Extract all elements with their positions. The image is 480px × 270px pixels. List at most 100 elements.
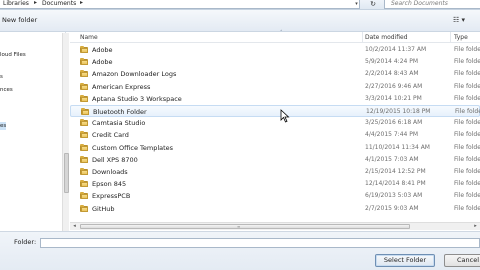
file-date-modified: 2/7/2015 9:03 AM xyxy=(365,204,419,212)
folder-icon xyxy=(80,119,88,127)
file-name: Dell XPS 8700 xyxy=(92,155,138,164)
file-date-modified: 3/3/2014 10:21 PM xyxy=(365,94,422,102)
file-name: Adobe xyxy=(92,46,113,54)
column-divider[interactable] xyxy=(450,32,451,43)
file-name: Camtasia Studio xyxy=(92,119,146,128)
file-type: File folde xyxy=(454,131,480,139)
column-header-date-modified[interactable]: Date modified xyxy=(365,33,408,42)
address-bar: Libraries ▸ Documents ▸ ▾ ↻ Search Docum… xyxy=(0,0,480,10)
file-type: File folde xyxy=(454,70,480,78)
column-header-type[interactable]: Type xyxy=(454,33,468,42)
file-type: File folde xyxy=(454,155,480,163)
file-row[interactable]: Adobe 5/9/2014 4:24 PM File folde xyxy=(70,56,480,68)
folder-icon xyxy=(81,108,89,115)
file-date-modified: 2/15/2014 12:52 PM xyxy=(365,168,426,175)
select-folder-button[interactable]: Select Folder xyxy=(375,254,435,267)
breadcrumb-documents[interactable]: Documents xyxy=(42,0,76,7)
file-date-modified: 12/19/2015 10:18 PM xyxy=(366,108,431,115)
scroll-left-icon[interactable]: ◂ xyxy=(70,223,79,230)
folder-icon xyxy=(80,168,88,175)
toolbar: New folder ☷ ▾ xyxy=(0,10,480,32)
scroll-grip-icon: ≡ xyxy=(237,224,241,229)
file-date-modified: 10/2/2014 11:37 AM xyxy=(365,46,427,53)
file-date-modified: 2/2/2014 8:43 AM xyxy=(365,70,419,78)
file-name: Credit Card xyxy=(92,131,129,140)
file-row[interactable]: American Express 2/27/2016 9:46 AM File fo… xyxy=(70,81,480,93)
horizontal-scrollbar[interactable]: ◂ ≡ ▸ xyxy=(70,222,480,230)
dialog-footer: Folder: Select Folder Cancel xyxy=(0,231,480,270)
file-type: File folde xyxy=(454,180,480,188)
nav-item-nces[interactable]: nces xyxy=(0,86,13,94)
file-name: American Express xyxy=(92,82,151,91)
mouse-cursor-icon xyxy=(280,109,290,123)
column-header-name[interactable]: Name xyxy=(80,33,98,42)
folder-input[interactable] xyxy=(40,238,480,248)
file-row[interactable]: Downloads 2/15/2014 12:52 PM File folde xyxy=(70,166,480,178)
column-divider[interactable] xyxy=(362,32,363,43)
breadcrumb-separator[interactable]: ▸ xyxy=(34,0,37,6)
file-row[interactable]: Adobe 10/2/2014 11:37 AM File folde xyxy=(70,44,480,56)
file-type: File folde xyxy=(455,108,480,115)
file-type: File folde xyxy=(454,204,480,212)
nav-scroll-thumb[interactable] xyxy=(64,153,69,193)
folder-label: Folder: xyxy=(14,238,37,246)
file-row[interactable]: GitHub 2/7/2015 9:03 AM File folde xyxy=(70,203,480,215)
file-name: Epson 845 xyxy=(92,180,127,189)
folder-icon xyxy=(80,155,88,163)
search-input[interactable]: Search Documents xyxy=(384,0,480,9)
new-folder-button[interactable]: New folder xyxy=(2,16,37,25)
folder-icon xyxy=(80,58,88,66)
nav-scrollbar[interactable] xyxy=(62,33,69,232)
folder-icon xyxy=(80,131,88,139)
file-row[interactable]: Amazon Downloader Logs 2/2/2014 8:43 AM Fi… xyxy=(70,68,480,80)
file-row[interactable]: Credit Card 4/4/2015 7:44 PM File folde xyxy=(70,129,480,141)
file-type: File folde xyxy=(454,143,480,151)
file-name: Adobe xyxy=(92,58,113,67)
file-name: ExpressPCB xyxy=(92,192,131,201)
scroll-right-icon[interactable]: ▸ xyxy=(471,223,480,230)
file-row[interactable]: Dell XPS 8700 4/1/2015 7:03 AM File folde xyxy=(70,154,480,166)
nav-item-cloud-files[interactable]: loud Files xyxy=(0,51,26,59)
nav-item-s[interactable]: s xyxy=(0,73,3,81)
column-header-row: ˄ Name Date modified Type xyxy=(70,30,480,43)
breadcrumb-libraries[interactable]: Libraries xyxy=(3,0,29,7)
file-row[interactable]: Custom Office Templates 11/10/2014 11:34 … xyxy=(70,142,480,154)
file-date-modified: 4/4/2015 7:44 PM xyxy=(365,131,419,139)
sort-ascending-icon: ˄ xyxy=(280,30,283,36)
file-type: File folde xyxy=(454,192,480,200)
change-view-button[interactable]: ☷ ▾ xyxy=(449,15,469,26)
cancel-button[interactable]: Cancel xyxy=(444,254,480,267)
file-type: File folde xyxy=(454,168,480,175)
file-name: GitHub xyxy=(92,204,115,213)
file-row[interactable]: Camtasia Studio 3/25/2016 6:18 AM File fol… xyxy=(70,117,480,129)
refresh-button[interactable]: ↻ xyxy=(364,0,382,9)
file-row[interactable]: ExpressPCB 6/19/2013 5:03 AM File folde xyxy=(70,190,480,202)
file-date-modified: 11/10/2014 11:34 AM xyxy=(365,143,430,151)
folder-icon xyxy=(80,94,88,102)
file-type: File folde xyxy=(454,58,480,66)
nav-item-es-selected[interactable]: es xyxy=(0,122,6,130)
search-placeholder: Search Documents xyxy=(391,0,448,7)
file-date-modified: 6/19/2013 5:03 AM xyxy=(365,192,423,200)
file-name: Aptana Studio 3 Workspace xyxy=(92,94,182,103)
breadcrumb-separator[interactable]: ▸ xyxy=(80,0,83,6)
file-name: Bluetooth Folder xyxy=(93,108,147,116)
file-name: Custom Office Templates xyxy=(92,143,174,152)
address-field[interactable]: Libraries ▸ Documents ▸ ▾ xyxy=(0,0,360,9)
folder-icon xyxy=(80,82,88,90)
file-row[interactable]: Bluetooth Folder 12/19/2015 10:18 PM File … xyxy=(70,105,480,117)
folder-icon xyxy=(80,70,88,78)
folder-icon xyxy=(80,143,88,151)
file-name: Downloads xyxy=(92,168,128,176)
file-type: File folde xyxy=(454,119,480,127)
file-row[interactable]: Aptana Studio 3 Workspace 3/3/2014 10:21 … xyxy=(70,93,480,105)
file-date-modified: 4/1/2015 7:03 AM xyxy=(365,155,419,163)
address-dropdown-icon[interactable]: ▾ xyxy=(352,0,361,9)
file-row[interactable]: Epson 845 12/14/2014 8:41 PM File folde xyxy=(70,178,480,190)
file-list: Adobe 10/2/2014 11:37 AM File folde Adobe 5/… xyxy=(70,44,480,222)
file-type: File folde xyxy=(454,46,480,53)
file-name: Amazon Downloader Logs xyxy=(92,70,177,79)
file-date-modified: 5/9/2014 4:24 PM xyxy=(365,58,419,66)
horizontal-scroll-thumb[interactable]: ≡ xyxy=(80,224,410,229)
file-date-modified: 3/25/2016 6:18 AM xyxy=(365,119,423,127)
